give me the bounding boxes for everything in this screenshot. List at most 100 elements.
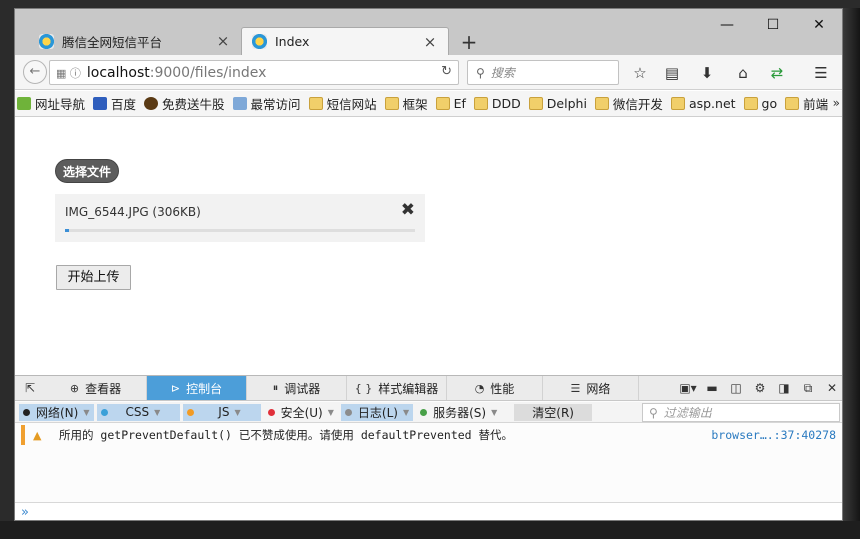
close-window-button[interactable]: ✕ [807, 15, 831, 35]
tab-network[interactable]: ☰ 网络 [543, 376, 639, 400]
performance-icon: ◔ [474, 381, 485, 395]
minimize-button[interactable]: — [715, 15, 739, 35]
filter-logging[interactable]: 日志(L) ▼ [340, 403, 414, 421]
settings-gear-icon[interactable]: ⚙ [748, 381, 772, 395]
filter-placeholder: 过滤输出 [663, 406, 712, 420]
bookmark-folder[interactable]: DDD [473, 96, 521, 111]
dock-side-icon[interactable]: ◨ [772, 381, 796, 395]
bookmark-folder[interactable]: 框架 [384, 94, 428, 113]
tab-inspector[interactable]: ⊕ 查看器 [45, 376, 147, 400]
bookmark-item[interactable]: 免费送牛股 [144, 94, 225, 113]
bookmark-folder[interactable]: 前端 [785, 94, 828, 113]
downloads-icon[interactable]: ⬇ [697, 63, 717, 83]
devtools-toolbar-right: ▣▾ ▬ ◫ ⚙ ◨ ⧉ ✕ [676, 376, 842, 400]
window-shadow-right [843, 8, 860, 539]
file-name: IMG_6544.JPG (306KB) [65, 205, 201, 219]
tab-style-editor[interactable]: { } 样式编辑器 [347, 376, 447, 400]
network-icon: ☰ [570, 381, 581, 395]
warning-icon: ▲ [33, 428, 42, 442]
tab-close-icon[interactable]: × [215, 32, 231, 50]
page-content: 选择文件 IMG_6544.JPG (306KB) ✖ 开始上传 [15, 118, 842, 375]
home-icon[interactable]: ⌂ [733, 63, 753, 83]
filter-server[interactable]: 服务器(S) ▼ [416, 404, 501, 421]
site-info-icon[interactable]: ▦ ⓘ [56, 65, 81, 81]
sync-arrows-icon[interactable]: ⇄ [767, 63, 787, 83]
filter-label: 安全(U) [280, 405, 323, 420]
chevron-down-icon: ▼ [154, 407, 161, 417]
filter-css[interactable]: CSS ▼ [96, 403, 181, 421]
back-button[interactable]: ← [23, 60, 47, 84]
bookmark-item[interactable]: 百度 [93, 94, 136, 113]
split-console-icon[interactable]: ▬ [700, 381, 724, 395]
tab-console[interactable]: ⊳ 控制台 [147, 376, 247, 400]
frame-selector-icon[interactable]: ▣▾ [676, 381, 700, 395]
filter-security[interactable]: 安全(U) ▼ [264, 404, 338, 421]
new-tab-button[interactable]: + [459, 30, 479, 54]
console-filter-bar: 网络(N) ▼ CSS ▼ JS ▼ 安全(U) ▼ 日志(L) ▼ 服务器(S) ▼ 清空… [15, 402, 842, 423]
filter-dot-icon [420, 408, 428, 416]
folder-icon [785, 97, 800, 110]
remove-file-icon[interactable]: ✖ [401, 200, 415, 220]
search-icon: ⚲ [649, 405, 658, 420]
web-icon [17, 97, 31, 110]
maximize-button[interactable]: ☐ [761, 15, 785, 35]
devtools-panel: ⇱ ⊕ 查看器 ⊳ 控制台 ⏸ 调试器 { } 样式编辑器 ◔ 性能 ☰ 网络 ▣▾ ▬ ◫… [15, 375, 842, 520]
bookmark-label: Delphi [546, 96, 587, 111]
bookmark-item[interactable]: 网址导航 [17, 94, 85, 113]
tab-sms-platform[interactable]: 腾信全网短信平台 × [29, 27, 241, 55]
site-favicon-icon [252, 34, 267, 49]
responsive-design-icon[interactable]: ◫ [724, 381, 748, 395]
start-upload-button[interactable]: 开始上传 [56, 265, 131, 290]
bookmark-label: 最常访问 [250, 97, 301, 112]
bookmark-folder[interactable]: Delphi [528, 96, 587, 111]
reading-list-icon[interactable]: ▤ [662, 63, 682, 83]
folder-icon [594, 97, 609, 110]
choose-file-button[interactable]: 选择文件 [55, 159, 119, 183]
bookmark-folder[interactable]: go [743, 96, 778, 111]
bookmark-item[interactable]: 最常访问 [232, 94, 301, 113]
bookmark-label: go [761, 96, 778, 111]
filter-js[interactable]: JS ▼ [183, 403, 261, 421]
console-input[interactable]: » [15, 502, 842, 520]
filter-network[interactable]: 网络(N) ▼ [19, 403, 94, 421]
url-path: :9000/files/index [149, 64, 267, 81]
console-message-source-link[interactable]: browser….:37:40278 [711, 428, 836, 442]
bookmarks-toolbar: 网址导航 百度 免费送牛股 最常访问 短信网站 框架 Ef DDD Delphi… [15, 91, 842, 117]
close-devtools-icon[interactable]: ✕ [820, 381, 842, 395]
file-item: IMG_6544.JPG (306KB) ✖ [55, 194, 425, 242]
bookmark-folder[interactable]: 微信开发 [594, 94, 663, 113]
menu-icon[interactable]: ☰ [811, 63, 831, 83]
tab-title: 腾信全网短信平台 [62, 34, 163, 50]
chevron-down-icon: ▼ [491, 407, 498, 417]
tab-index[interactable]: Index × [241, 27, 449, 55]
pick-element-icon[interactable]: ⇱ [15, 376, 45, 400]
bookmark-folder[interactable]: asp.net [670, 96, 736, 111]
address-bar[interactable]: ▦ ⓘ localhost:9000/files/index ↻ [49, 60, 459, 85]
bookmarks-overflow-button[interactable]: » [833, 96, 840, 110]
browser-window: 腾信全网短信平台 × Index × + — ☐ ✕ ← ▦ ⓘ localho… [14, 8, 843, 521]
tab-label: 样式编辑器 [378, 381, 439, 396]
search-bar[interactable]: ⚲ 搜索 [467, 60, 619, 85]
tab-label: 控制台 [186, 381, 223, 396]
bookmark-star-icon[interactable]: ☆ [630, 63, 650, 83]
bookmark-folder[interactable]: 短信网站 [308, 94, 377, 113]
tab-debugger[interactable]: ⏸ 调试器 [247, 376, 347, 400]
bookmark-label: 免费送牛股 [162, 97, 225, 112]
back-arrow-icon: ← [29, 64, 41, 79]
filter-dot-icon [23, 408, 30, 416]
search-icon: ⚲ [476, 65, 485, 80]
tab-performance[interactable]: ◔ 性能 [447, 376, 543, 400]
url-host: localhost [86, 64, 150, 81]
filter-label: 日志(L) [357, 405, 398, 420]
bookmark-label: 框架 [402, 97, 428, 112]
filter-output-input[interactable]: ⚲ 过滤输出 [642, 403, 840, 422]
clear-console-button[interactable]: 清空(R) [514, 403, 592, 421]
reload-icon[interactable]: ↻ [441, 64, 452, 79]
filter-label: CSS [125, 405, 150, 419]
undock-icon[interactable]: ⧉ [796, 381, 820, 396]
bookmark-label: 前端 [803, 97, 829, 112]
bookmark-folder[interactable]: Ef [435, 96, 466, 111]
tab-close-icon[interactable]: × [422, 33, 438, 51]
tab-bar: 腾信全网短信平台 × Index × + — ☐ ✕ [15, 9, 842, 55]
tab-label: 查看器 [85, 381, 122, 396]
